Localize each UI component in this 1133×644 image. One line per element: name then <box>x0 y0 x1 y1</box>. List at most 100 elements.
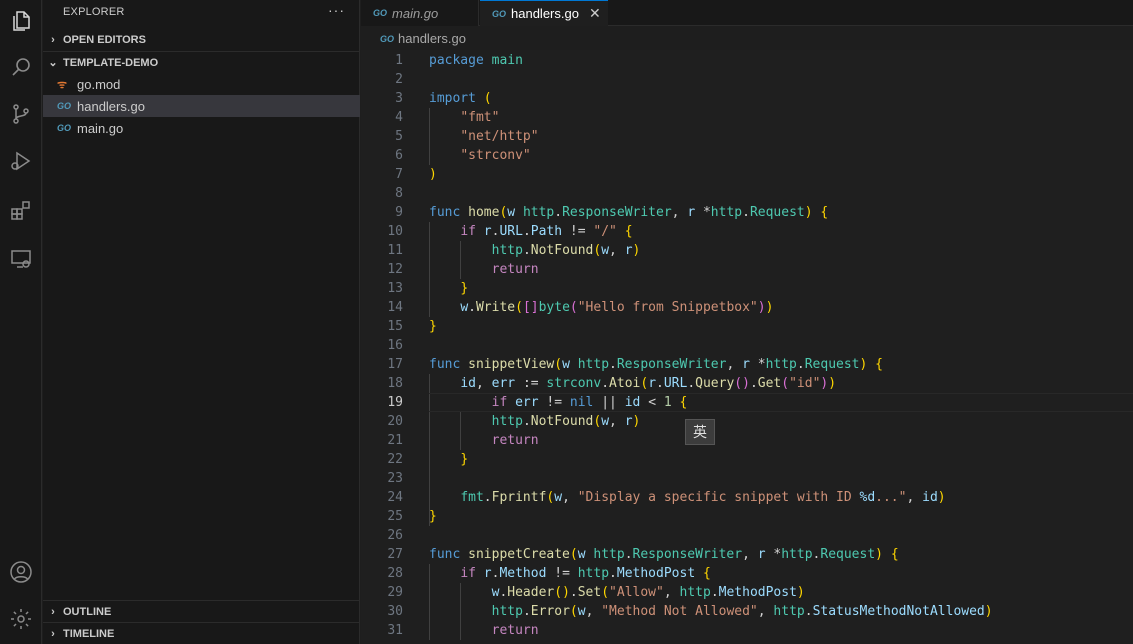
code-text: } <box>460 281 469 296</box>
outline-label: OUTLINE <box>63 605 112 618</box>
source-control-icon[interactable] <box>0 93 42 135</box>
line-number: 3 <box>395 91 403 106</box>
line-number: 1 <box>395 53 403 68</box>
explorer-title: EXPLORER <box>63 6 125 18</box>
code-line[interactable]: 3 import ( <box>361 89 1133 108</box>
explorer-sidebar: EXPLORER ··· › OPEN EDITORS ⌄ TEMPLATE-D… <box>43 0 360 644</box>
line-number: 6 <box>395 148 403 163</box>
file-item-main-go[interactable]: GO main.go <box>43 117 360 139</box>
line-number: 29 <box>387 585 403 600</box>
code-text: return <box>491 262 539 277</box>
search-icon[interactable] <box>0 46 42 88</box>
editor-tab-bar: GO main.go GO handlers.go ✕ <box>361 0 1133 26</box>
line-number: 7 <box>395 167 403 182</box>
code-text: if r.Method != http.MethodPost { <box>460 566 711 581</box>
chevron-down-icon: ⌄ <box>48 57 58 69</box>
code-line[interactable]: 14 w.Write([]byte("Hello from Snippetbox… <box>361 298 1133 317</box>
tab-label: handlers.go <box>511 6 579 21</box>
code-line[interactable]: 25} <box>361 507 1133 526</box>
code-line[interactable]: 30 http.Error(w, "Method Not Allowed", h… <box>361 602 1133 621</box>
code-line[interactable]: 28 if r.Method != http.MethodPost { <box>361 564 1133 583</box>
line-number: 13 <box>387 281 403 296</box>
line-number: 8 <box>395 186 403 201</box>
line-number: 20 <box>387 414 403 429</box>
code-line[interactable]: 19 if err != nil || id < 1 { <box>361 393 1133 412</box>
code-line[interactable]: 12 return <box>361 260 1133 279</box>
settings-gear-icon[interactable] <box>0 598 42 640</box>
line-number: 16 <box>387 338 403 353</box>
chevron-right-icon: › <box>51 605 55 618</box>
code-line[interactable]: 27 func snippetCreate(w http.ResponseWrit… <box>361 545 1133 564</box>
code-line[interactable]: 24 fmt.Fprintf(w, "Display a specific sn… <box>361 488 1133 507</box>
line-number: 21 <box>387 433 403 448</box>
tab-main-go[interactable]: GO main.go <box>361 0 479 26</box>
remote-explorer-icon[interactable] <box>0 238 42 280</box>
code-text: func home(w http.ResponseWriter, r *http… <box>429 205 829 220</box>
open-editors-section[interactable]: › OPEN EDITORS <box>43 29 360 51</box>
code-line[interactable]: 22 } <box>361 450 1133 469</box>
code-line[interactable]: 2 <box>361 70 1133 89</box>
line-number: 18 <box>387 376 403 391</box>
code-line[interactable]: 16 <box>361 336 1133 355</box>
code-line[interactable]: 1 package main <box>361 51 1133 70</box>
code-text: } <box>460 452 469 467</box>
file-item-handlers-go[interactable]: GO handlers.go <box>43 95 360 117</box>
line-number: 27 <box>387 547 403 562</box>
code-line[interactable]: 21 return <box>361 431 1133 450</box>
code-line[interactable]: 26 <box>361 526 1133 545</box>
code-line[interactable]: 29 w.Header().Set("Allow", http.MethodPo… <box>361 583 1133 602</box>
go-file-icon: GO <box>373 8 388 18</box>
code-line[interactable]: 6 "strconv" <box>361 146 1133 165</box>
code-line[interactable]: 7) <box>361 165 1133 184</box>
line-number: 17 <box>387 357 403 372</box>
code-line[interactable]: 9 func home(w http.ResponseWriter, r *htt… <box>361 203 1133 222</box>
line-number: 23 <box>387 471 403 486</box>
project-label: TEMPLATE-DEMO <box>63 56 159 69</box>
line-number: 22 <box>387 452 403 467</box>
open-editors-label: OPEN EDITORS <box>63 34 146 46</box>
code-line[interactable]: 31 return <box>361 621 1133 640</box>
code-line[interactable]: 18 id, err := strconv.Atoi(r.URL.Query()… <box>361 374 1133 393</box>
code-line[interactable]: 8 <box>361 184 1133 203</box>
code-text: func snippetView(w http.ResponseWriter, … <box>429 357 883 372</box>
code-line[interactable]: 17 func snippetView(w http.ResponseWriter… <box>361 355 1133 374</box>
code-line[interactable]: 20 http.NotFound(w, r) <box>361 412 1133 431</box>
extensions-icon[interactable] <box>0 189 42 231</box>
files-icon[interactable] <box>0 0 42 42</box>
file-item-go-mod[interactable]: ᯤ go.mod <box>43 73 360 95</box>
code-text: "strconv" <box>460 148 531 163</box>
line-number: 12 <box>387 262 403 277</box>
line-number: 5 <box>395 129 403 144</box>
ime-indicator: 英 <box>685 419 715 445</box>
go-file-icon: GO <box>492 8 507 19</box>
timeline-label: TIMELINE <box>63 627 115 640</box>
code-line[interactable]: 4 "fmt" <box>361 108 1133 127</box>
tab-handlers-go[interactable]: GO handlers.go ✕ <box>480 0 608 26</box>
line-number: 30 <box>387 604 403 619</box>
run-debug-icon[interactable] <box>0 140 42 182</box>
line-number: 25 <box>387 509 403 524</box>
code-line[interactable]: 15} <box>361 317 1133 336</box>
close-icon[interactable]: ✕ <box>589 5 601 22</box>
code-line[interactable]: 10 if r.URL.Path != "/" { <box>361 222 1133 241</box>
breadcrumb[interactable]: GO handlers.go <box>380 31 466 46</box>
code-text: w.Write([]byte("Hello from Snippetbox")) <box>460 300 774 315</box>
go-file-icon: GO <box>57 101 72 111</box>
code-line[interactable]: 13 } <box>361 279 1133 298</box>
code-text: http.NotFound(w, r) <box>491 414 641 429</box>
code-line[interactable]: 5 "net/http" <box>361 127 1133 146</box>
more-actions-button[interactable]: ··· <box>328 2 345 18</box>
line-number: 14 <box>387 300 403 315</box>
line-number: 31 <box>387 623 403 638</box>
code-text: if err != nil || id < 1 { <box>491 395 688 410</box>
rss-icon: ᯤ <box>57 78 68 91</box>
code-editor[interactable]: 1 package main 2 3 import (4 "fmt" 5 "net/htt… <box>361 50 1133 644</box>
line-number: 26 <box>387 528 403 543</box>
code-line[interactable]: 23 <box>361 469 1133 488</box>
outline-section[interactable]: › OUTLINE <box>43 600 360 622</box>
project-section[interactable]: ⌄ TEMPLATE-DEMO <box>43 51 360 73</box>
account-icon[interactable] <box>0 551 42 593</box>
timeline-section[interactable]: › TIMELINE <box>43 622 360 644</box>
code-text: id, err := strconv.Atoi(r.URL.Query().Ge… <box>460 376 837 391</box>
code-line[interactable]: 11 http.NotFound(w, r) <box>361 241 1133 260</box>
